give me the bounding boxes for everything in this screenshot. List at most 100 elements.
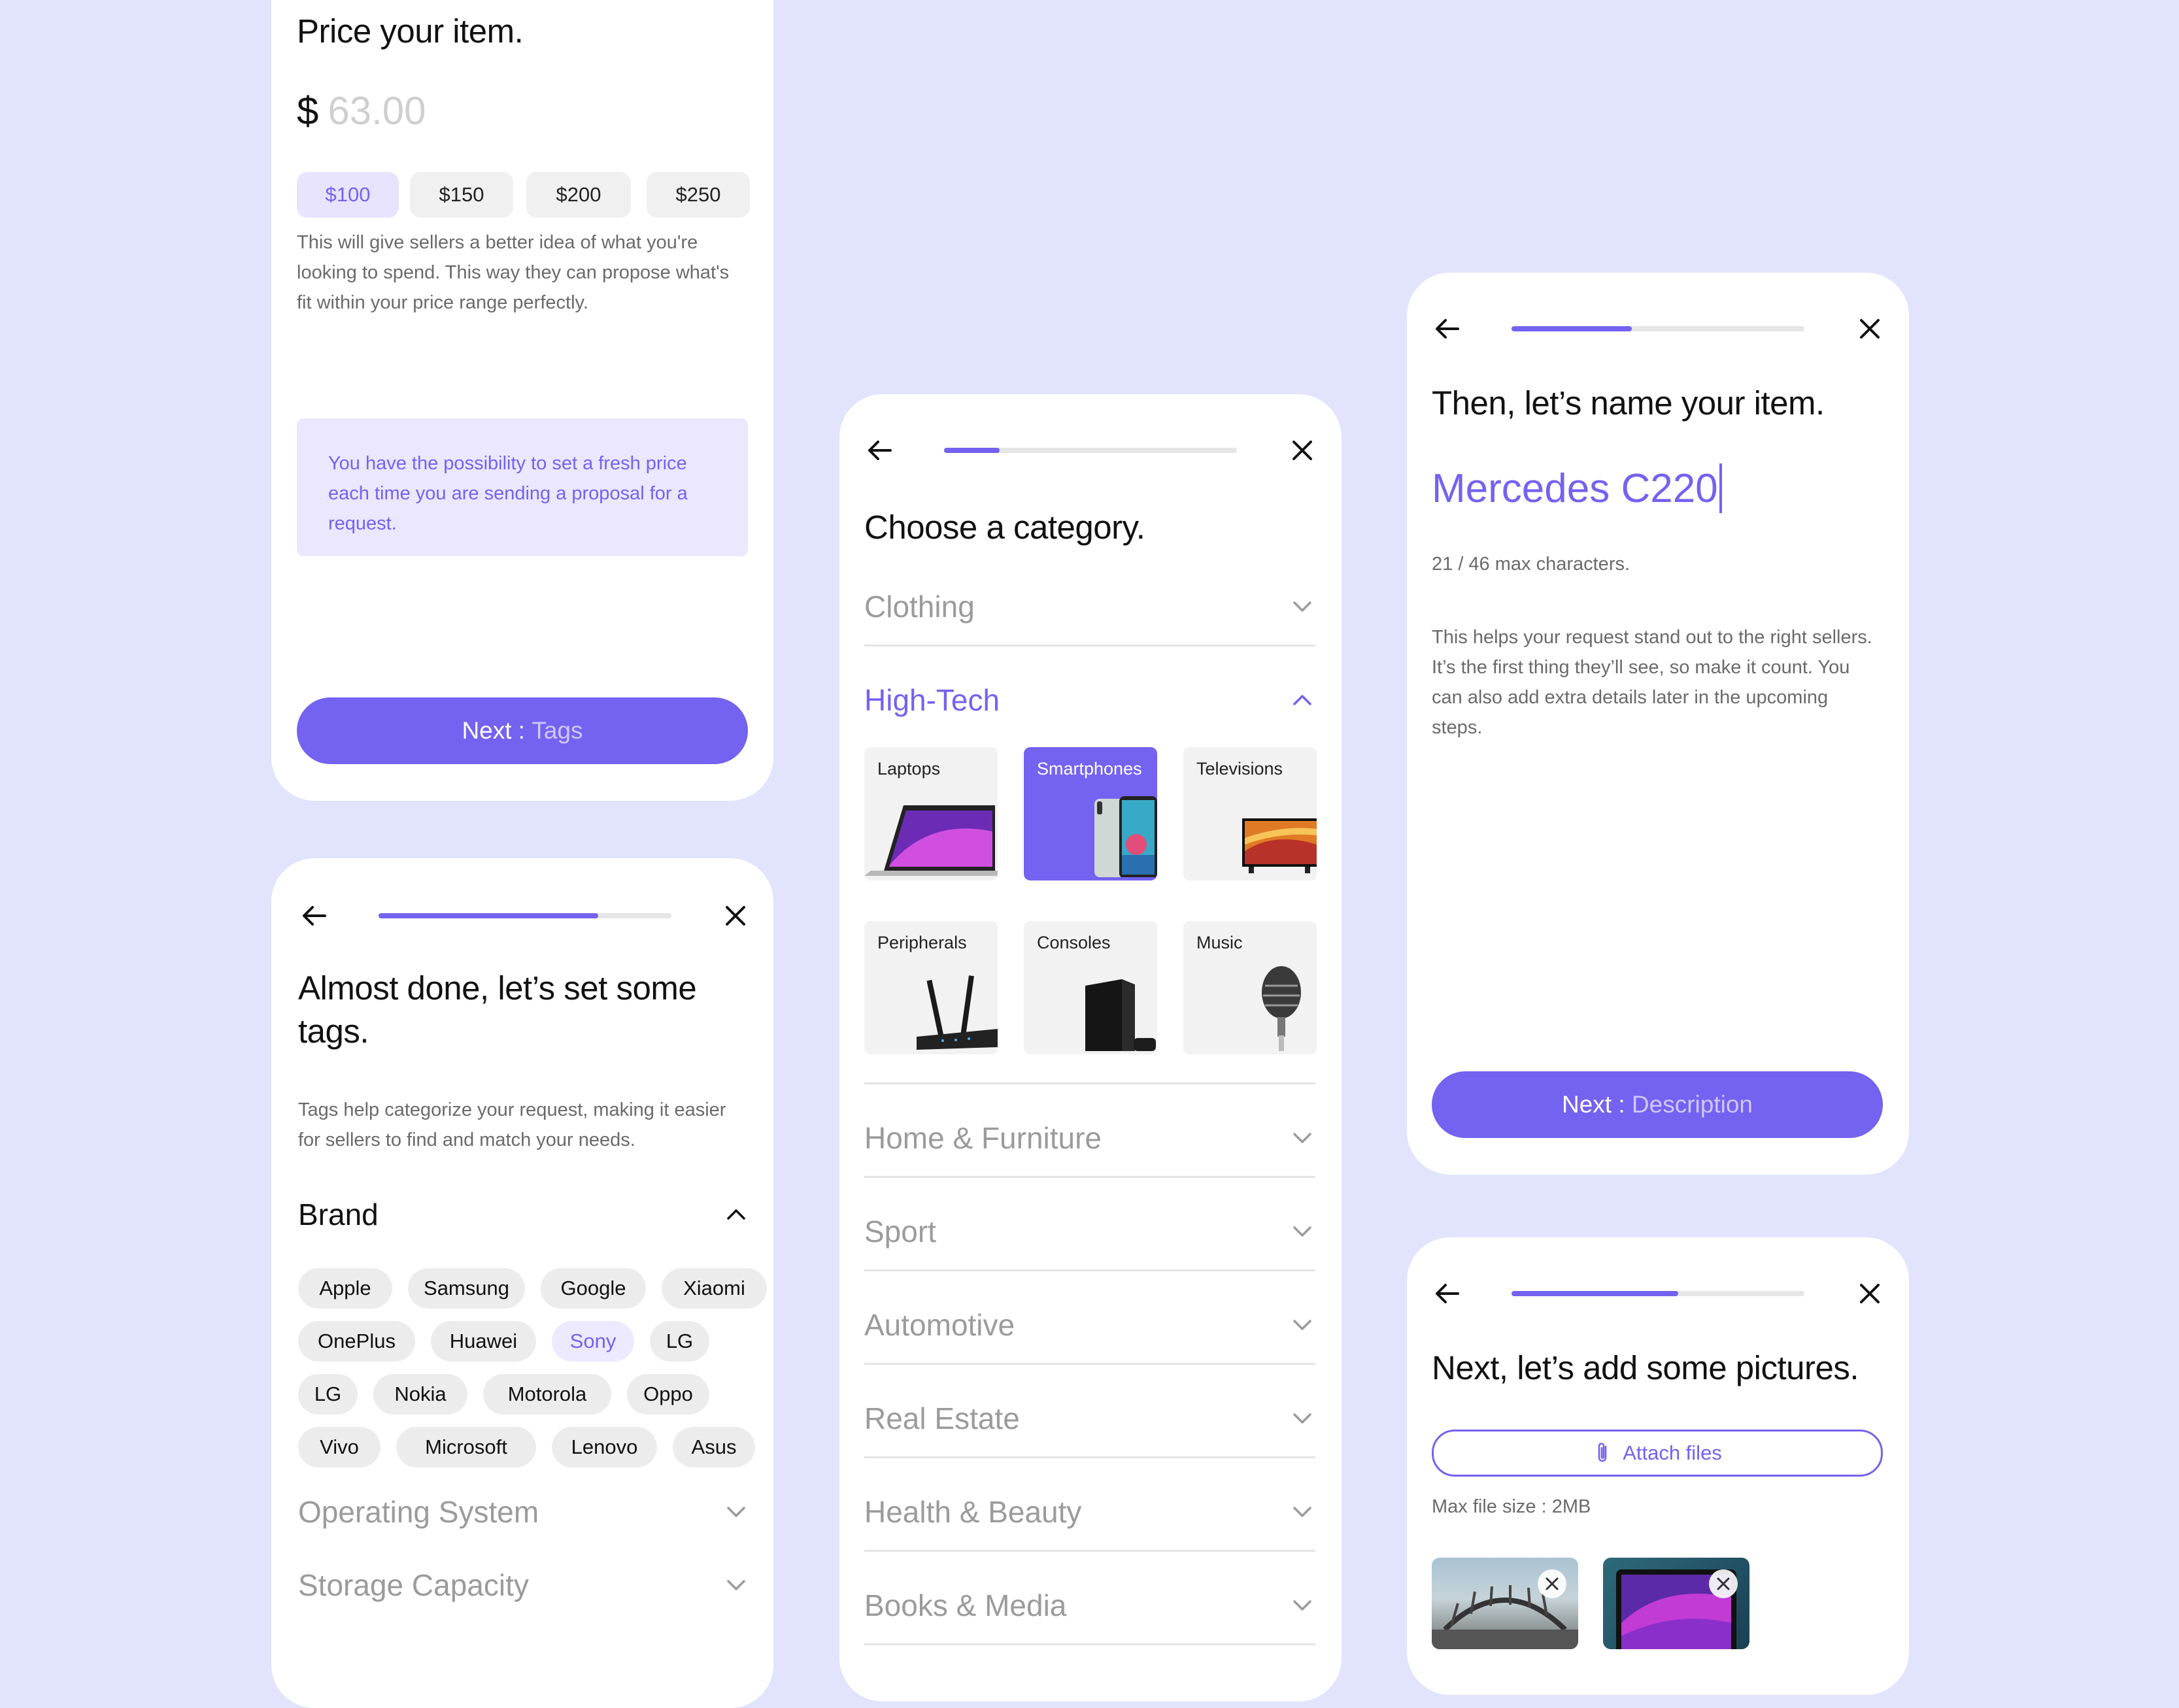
tags-description: Tags help categorize your request, makin… [298,1099,726,1150]
category-row[interactable]: Home & Furniture [864,1115,1315,1161]
category-label: Automotive [864,1308,1015,1342]
category-label: Real Estate [864,1401,1020,1435]
divider [864,1643,1315,1645]
pictures-card: Next, let’s add some pictures. Attach fi… [1407,1237,1909,1695]
attach-files-label: Attach files [1623,1441,1722,1464]
name-title: Then, let’s name your item. [1432,384,1825,422]
next-tags-button[interactable]: Next : Tags [297,697,748,764]
category-label: Sport [864,1214,936,1248]
chevron-up-icon [723,1201,749,1228]
brand-tag[interactable]: OnePlus [298,1321,415,1362]
brand-tag[interactable]: Microsoft [396,1427,536,1467]
brand-tag[interactable]: Lenovo [552,1427,657,1467]
chevron-down-icon [723,1499,749,1525]
brand-tag[interactable]: LG [650,1321,709,1362]
price-note-text: You have the possibility to set a fresh … [328,453,688,534]
brand-tag[interactable]: Xiaomi [662,1268,767,1309]
console-image [1024,966,1157,1054]
price-chip[interactable]: $100 [297,172,399,218]
divider [864,1550,1315,1552]
price-chip[interactable]: $150 [410,172,513,218]
category-label: Clothing [864,590,975,624]
thumbnail-laptop-photo[interactable] [1603,1558,1749,1649]
category-label: Health & Beauty [864,1495,1082,1529]
subcategory-tile[interactable]: Consoles [1024,921,1157,1054]
subcategory-tile[interactable]: Televisions [1183,747,1317,880]
tile-label: Smartphones [1037,759,1142,779]
close-icon[interactable] [1854,313,1885,344]
remove-icon[interactable] [1709,1569,1738,1598]
brand-tag[interactable]: Sony [552,1321,634,1362]
back-arrow-icon[interactable] [299,900,330,931]
television-image [1183,792,1317,880]
section-label: Operating System [298,1495,539,1529]
brand-tag[interactable]: Huawei [431,1321,536,1362]
progress-bar [379,913,671,918]
chevron-up-icon [1289,687,1315,713]
chevron-down-icon [1289,1592,1315,1618]
brand-tag[interactable]: Samsung [408,1268,525,1309]
category-row-high-tech[interactable]: High-Tech [864,677,1315,723]
category-row[interactable]: Books & Media [864,1582,1315,1628]
divider [864,1363,1315,1365]
chevron-down-icon [1289,1218,1315,1245]
category-card: Choose a category. Clothing High-Tech La… [839,394,1342,1701]
collapsed-sections: Operating System Storage Capacity [298,1489,749,1705]
price-card: Price your item. $ 63.00 $100 $150 $200 $25… [271,0,773,801]
brand-tag[interactable]: Vivo [298,1427,380,1467]
currency-symbol: $ [297,89,319,133]
text-caret [1719,463,1722,513]
tile-label: Consoles [1037,933,1111,952]
brand-tag[interactable]: Oppo [627,1374,709,1415]
collapsed-section-row[interactable]: Operating System [298,1489,749,1535]
back-arrow-icon[interactable] [1432,1278,1463,1309]
category-row[interactable]: Health & Beauty [864,1489,1315,1535]
price-chip[interactable]: $250 [647,172,750,218]
router-image [864,966,998,1054]
category-row[interactable]: Real Estate [864,1396,1315,1441]
price-title: Price your item. [297,12,524,50]
subcategory-tile[interactable]: Smartphones [1024,747,1157,880]
subcategory-tile[interactable]: Peripherals [864,921,998,1054]
price-input[interactable]: $ 63.00 [297,88,426,133]
chevron-down-icon [1289,1312,1315,1338]
brand-tag[interactable]: Google [541,1268,646,1309]
price-note: You have the possibility to set a fresh … [297,418,748,556]
price-chip[interactable]: $200 [526,172,631,218]
category-list: Clothing High-Tech Laptops Smartphones Tel… [864,394,1317,1701]
brand-tag[interactable]: Nokia [373,1374,467,1415]
chevron-down-icon [1289,1499,1315,1525]
category-row[interactable]: Sport [864,1209,1315,1254]
next-label: Next : [462,717,526,744]
next-target-label: Tags [532,717,583,744]
progress-bar [1512,1291,1804,1296]
microphone-image [1183,966,1317,1054]
next-label: Next : [1562,1091,1625,1118]
brand-section-header[interactable]: Brand [298,1195,749,1234]
brand-tag[interactable]: Apple [298,1268,392,1309]
tile-label: Laptops [877,759,941,779]
close-icon[interactable] [720,900,751,931]
brand-tag[interactable]: Asus [673,1427,755,1467]
category-label: High-Tech [864,683,1000,717]
subcategory-tile[interactable]: Music [1183,921,1317,1054]
section-label: Storage Capacity [298,1568,529,1602]
back-arrow-icon[interactable] [1432,313,1463,344]
category-row[interactable]: Clothing [864,584,1315,629]
category-row[interactable]: Automotive [864,1302,1315,1348]
divider [864,1082,1315,1084]
attach-files-button[interactable]: Attach files [1432,1430,1883,1477]
remove-icon[interactable] [1538,1569,1566,1598]
item-name-input[interactable]: Mercedes C220 [1432,462,1722,514]
progress-bar [1512,326,1804,331]
close-icon[interactable] [1854,1278,1885,1309]
thumbnail-bridge-photo[interactable] [1432,1558,1578,1649]
price-description: This will give sellers a better idea of … [297,232,730,313]
next-description-button[interactable]: Next : Description [1432,1071,1883,1138]
brand-tag[interactable]: LG [298,1374,358,1415]
chevron-down-icon [1289,594,1315,620]
collapsed-section-row[interactable]: Storage Capacity [298,1562,749,1608]
subcategory-tile[interactable]: Laptops [864,747,998,880]
paperclip-icon [1593,1441,1613,1465]
brand-tag[interactable]: Motorola [483,1374,611,1415]
